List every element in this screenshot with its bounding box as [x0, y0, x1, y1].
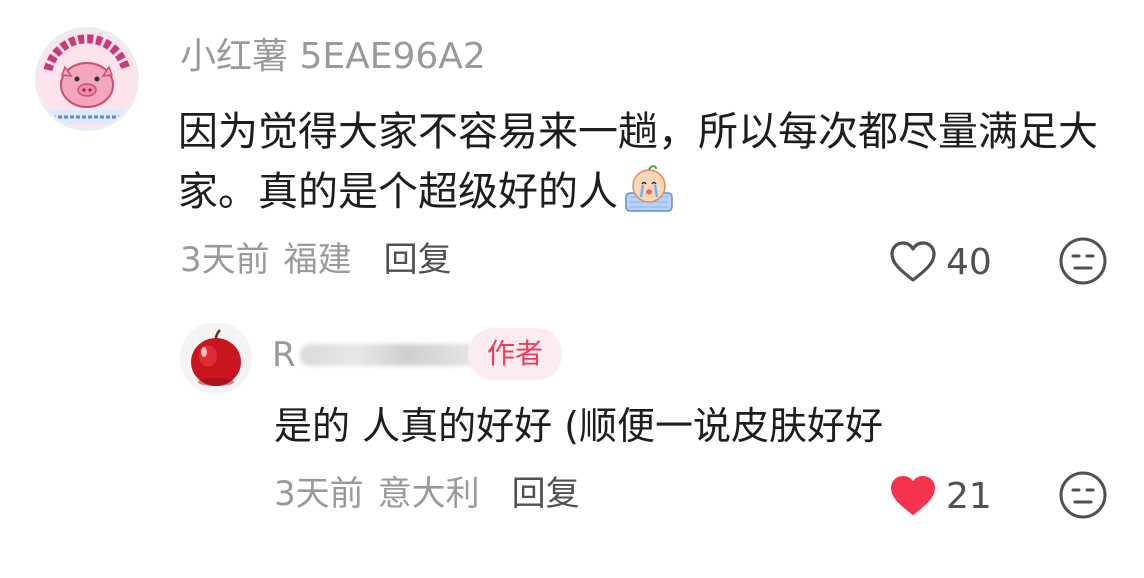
neutral-face-icon	[1059, 471, 1107, 519]
reply-button[interactable]: 回复	[384, 240, 452, 280]
reply-text: 是的 人真的好好 (顺便一说皮肤好好	[274, 404, 883, 448]
dislike-button[interactable]	[1058, 236, 1108, 286]
comment-text: 因为觉得大家不容易来一趟，所以每次都尽量满足大家。真的是个超级好的人	[178, 102, 1108, 222]
reply-dislike-button[interactable]	[1058, 470, 1108, 520]
reply-meta: 3天前 意大利 回复	[274, 470, 580, 518]
pig-sticker-icon	[38, 30, 136, 128]
like-button[interactable]: 40	[890, 238, 992, 286]
author-badge: 作者	[468, 328, 562, 380]
reply-reply-button[interactable]: 回复	[512, 474, 580, 514]
like-count: 40	[946, 241, 992, 283]
reply-author-initial: R	[272, 335, 296, 375]
heart-outline-icon	[890, 241, 936, 282]
heart-filled-icon	[891, 476, 935, 515]
reply-author-name[interactable]: R	[272, 335, 478, 375]
author-name[interactable]: 小红薯 5EAE96A2	[180, 35, 486, 79]
reply-location: 意大利	[377, 474, 480, 514]
comment-meta: 3天前 福建 回复	[180, 236, 452, 284]
red-apple-icon	[180, 322, 252, 394]
crying-face-emoji-icon	[625, 165, 673, 212]
avatar[interactable]	[35, 27, 139, 131]
reply-like-count: 21	[946, 475, 992, 517]
comment-thread: 小红薯 5EAE96A2 因为觉得大家不容易来一趟，所以每次都尽量满足大家。真的…	[0, 0, 1144, 578]
reply-time: 3天前	[274, 474, 364, 514]
comment-location: 福建	[283, 240, 352, 280]
reply-like-button[interactable]: 21	[890, 472, 992, 520]
reply-avatar[interactable]	[180, 322, 252, 394]
blurred-name	[299, 344, 478, 366]
comment-time: 3天前	[180, 240, 270, 280]
neutral-face-icon	[1059, 237, 1107, 285]
